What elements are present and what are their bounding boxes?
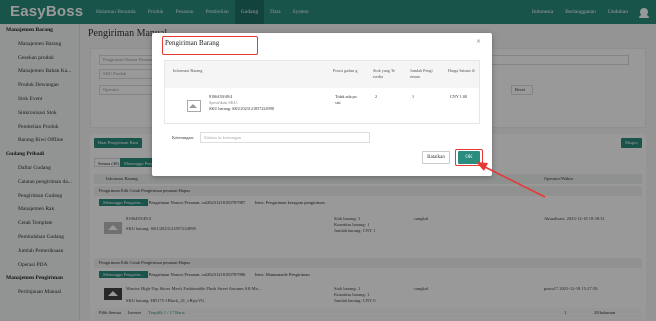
cancel-button[interactable]: Batalkan [422, 151, 450, 164]
header-stock: Stok yang Te rsedia [373, 68, 395, 79]
header-qty: Jumlah Pengi riman [410, 68, 433, 79]
ok-button[interactable]: OK [458, 151, 480, 164]
header-position: Posisi gudan g [333, 68, 358, 73]
header-price: Harga Satuan ⊙ [448, 68, 476, 73]
item-table: Informasi Barang Posisi gudan g Stok yan… [164, 60, 480, 124]
item-stock: 2 [375, 94, 378, 99]
header-item-info: Informasi Barang [173, 68, 203, 73]
notes-label: Keterangan: [172, 135, 194, 140]
item-position: Tidak ada po sisi [335, 94, 357, 105]
item-price: CNY 1.00 [450, 94, 468, 99]
item-table-header: Informasi Barang Posisi gudan g Stok yan… [165, 61, 479, 88]
notes-input[interactable]: Silakan isi keterangan [200, 132, 370, 143]
image-placeholder-icon [185, 99, 201, 112]
item-qty[interactable]: 1 [412, 94, 414, 100]
close-icon[interactable]: × [476, 38, 481, 45]
shipment-modal: Pengiriman Barang × Informasi Barang Pos… [152, 33, 492, 176]
item-sku: SKU barang: SKU2023121857224998 [209, 106, 274, 111]
modal-title: Pengiriman Barang [165, 39, 220, 47]
